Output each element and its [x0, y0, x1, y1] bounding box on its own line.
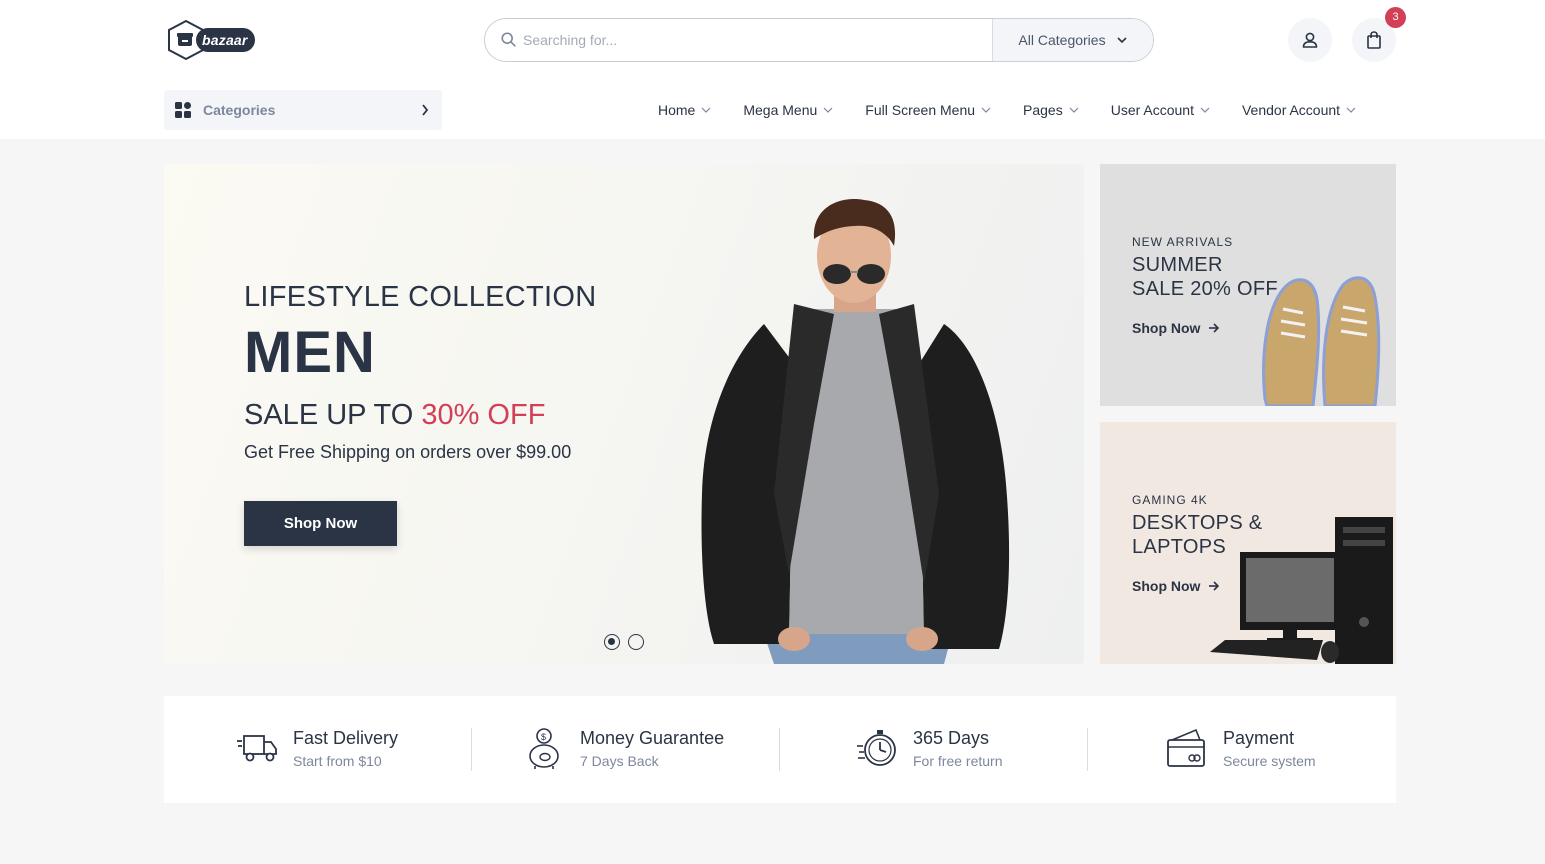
- hero-subtitle: LIFESTYLE COLLECTION: [244, 281, 597, 313]
- chevron-down-icon: [1346, 107, 1356, 113]
- nav-item-label: User Account: [1110, 102, 1194, 118]
- service-money-guarantee: $ Money Guarantee 7 Days Back: [472, 696, 780, 803]
- hero-sale-text: SALE UP TO 30% OFF: [244, 399, 545, 432]
- carousel-dot-1[interactable]: [604, 634, 620, 650]
- nav-item-label: Mega Menu: [743, 102, 818, 118]
- grid-icon: [175, 102, 191, 118]
- nav-item-user-account[interactable]: User Account: [1111, 99, 1210, 121]
- carousel-dot-2[interactable]: [628, 634, 644, 650]
- search-icon: [501, 32, 516, 47]
- nav-item-label: Pages: [1023, 102, 1063, 118]
- hero-shipping-text: Get Free Shipping on orders over $99.00: [244, 442, 572, 462]
- nav-item-mega-menu[interactable]: Mega Menu: [743, 99, 833, 121]
- brand-name: bazaar: [196, 28, 255, 52]
- chevron-down-icon: [1117, 37, 1127, 44]
- truck-icon: [237, 735, 277, 762]
- user-icon: [1302, 32, 1318, 48]
- nav-item-vendor-account[interactable]: Vendor Account: [1242, 99, 1356, 121]
- stopwatch-icon: [857, 730, 896, 766]
- chevron-down-icon: [701, 107, 711, 113]
- cart-count-badge: 3: [1385, 7, 1406, 28]
- service-fast-delivery: Fast Delivery Start from $10: [164, 696, 472, 803]
- service-title: Fast Delivery: [293, 728, 399, 748]
- promo-banner-summer-sale[interactable]: NEW ARRIVALS SUMMER SALE 20% OFF Shop No…: [1100, 164, 1396, 406]
- nav-item-home[interactable]: Home: [658, 99, 711, 121]
- service-title: 365 Days: [913, 728, 990, 748]
- carousel-dots: [604, 634, 644, 650]
- arrow-right-icon: [1209, 323, 1220, 333]
- hero-shop-now-button[interactable]: Shop Now: [244, 501, 397, 546]
- chevron-down-icon: [1200, 107, 1210, 113]
- service-365-days: 365 Days For free return: [780, 696, 1088, 803]
- nav-item-label: Home: [658, 102, 696, 118]
- services-bar: Fast Delivery Start from $10 $ Money Gua…: [164, 696, 1396, 803]
- chevron-down-icon: [1069, 107, 1079, 113]
- banner-title-line1: SUMMER: [1132, 254, 1223, 276]
- chevron-right-icon: [422, 104, 429, 116]
- service-subtitle: Start from $10: [293, 753, 382, 769]
- account-button[interactable]: [1288, 18, 1332, 62]
- chevron-down-icon: [823, 107, 833, 113]
- svg-text:$: $: [541, 732, 546, 742]
- category-select[interactable]: All Categories: [992, 19, 1153, 61]
- service-payment: Payment Secure system: [1088, 696, 1396, 803]
- service-subtitle: 7 Days Back: [580, 753, 659, 769]
- nav-item-label: Full Screen Menu: [865, 102, 976, 118]
- banner-shop-now-link[interactable]: Shop Now: [1132, 320, 1220, 336]
- piggy-bank-icon: $: [529, 728, 559, 769]
- categories-label: Categories: [203, 102, 276, 118]
- site-header: bazaar All Categories 3: [0, 0, 1545, 139]
- service-subtitle: For free return: [913, 753, 1003, 769]
- search-input[interactable]: [523, 19, 983, 61]
- service-title: Payment: [1223, 728, 1295, 748]
- service-subtitle: Secure system: [1223, 753, 1316, 769]
- banner-kicker: GAMING 4K: [1132, 493, 1208, 507]
- hero-sale-accent: 30% OFF: [421, 399, 546, 431]
- hero-carousel: LIFESTYLE COLLECTION MEN SALE UP TO 30% …: [164, 164, 1084, 664]
- search-bar: All Categories: [484, 18, 1154, 62]
- chevron-down-icon: [981, 107, 991, 113]
- brand-logo[interactable]: bazaar: [166, 19, 258, 61]
- hero-sale-prefix: SALE UP TO: [244, 399, 422, 431]
- credit-card-icon: [1167, 728, 1205, 767]
- banner-shop-now-label: Shop Now: [1132, 320, 1201, 336]
- categories-button[interactable]: Categories: [164, 90, 442, 130]
- desktop-computer-image: [1210, 517, 1393, 664]
- hero-title: MEN: [244, 320, 376, 385]
- main-nav: Home Mega Menu Full Screen Menu Pages Us…: [658, 99, 1356, 121]
- banner-shop-now-label: Shop Now: [1132, 578, 1201, 594]
- shopping-bag-icon: [1367, 31, 1381, 49]
- sneakers-image: [1262, 276, 1381, 406]
- service-title: Money Guarantee: [580, 728, 725, 748]
- nav-item-pages[interactable]: Pages: [1023, 99, 1079, 121]
- nav-item-full-screen-menu[interactable]: Full Screen Menu: [865, 99, 991, 121]
- banner-kicker: NEW ARRIVALS: [1132, 235, 1234, 249]
- hero-model-image: [701, 199, 1010, 664]
- nav-item-label: Vendor Account: [1241, 102, 1341, 118]
- promo-banner-gaming[interactable]: GAMING 4K DESKTOPS & LAPTOPS Shop Now: [1100, 422, 1396, 664]
- category-select-label: All Categories: [1018, 32, 1106, 48]
